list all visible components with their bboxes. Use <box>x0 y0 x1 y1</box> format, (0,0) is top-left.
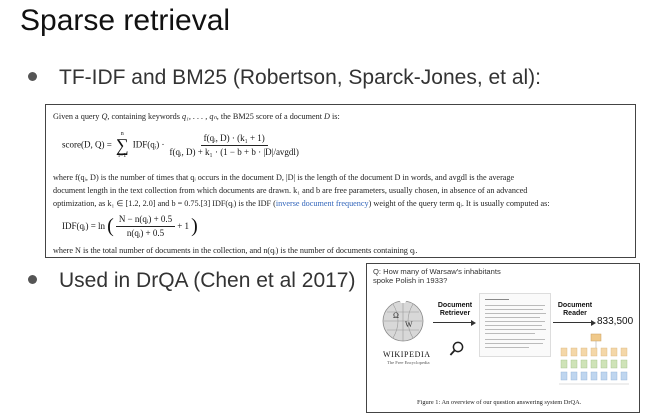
retriever-arrow <box>433 319 476 327</box>
document-retriever-label: Document Retriever <box>437 302 473 317</box>
reader-network-icon <box>559 333 629 385</box>
slide-title: Sparse retrieval <box>20 4 231 37</box>
magnifier-icon <box>449 341 464 356</box>
drqa-answer: 833,500 <box>597 316 634 327</box>
reader-arrow <box>553 319 596 327</box>
bm25-where-line-2: document length in the text collection f… <box>53 186 528 195</box>
bullet-text: TF-IDF and BM25 (Robertson, Sparck-Jones… <box>59 66 542 89</box>
bm25-score-equation: score(D, Q) = n ∑ i=1 IDF(qᵢ) · f(qᵢ, D)… <box>62 131 299 159</box>
bm25-where-line-3: optimization, as k₁ ∈ [1.2, 2.0] and b =… <box>53 199 550 208</box>
idf-wiki-link[interactable]: inverse document frequency <box>276 199 369 208</box>
retrieved-documents <box>479 293 551 357</box>
svg-text:W: W <box>405 320 413 329</box>
bullet-dot <box>28 71 37 81</box>
wikipedia-tagline: The Free Encyclopedia <box>387 360 430 365</box>
bm25-intro: Given a query Q, containing keywords q₁,… <box>53 112 340 121</box>
bm25-where-line-1: where f(qᵢ, D) is the number of times th… <box>53 173 515 182</box>
figure-caption: Figure 1: An overview of our question an… <box>417 399 582 406</box>
drqa-question: Q: How many of Warsaw's inhabitants spok… <box>373 267 501 285</box>
drqa-figure: Q: How many of Warsaw's inhabitants spok… <box>366 263 640 413</box>
wikipedia-globe-icon: Ω W <box>382 296 424 342</box>
bullet-drqa: Used in DrQA (Chen et al 2017) <box>28 269 355 293</box>
document-reader-label: Document Reader <box>557 302 593 317</box>
wikipedia-wordmark: WIKIPEDIA <box>383 350 431 359</box>
bullet-dot <box>28 274 37 284</box>
bullet-text: Used in DrQA (Chen et al 2017) <box>59 269 356 292</box>
idf-equation: IDF(qᵢ) = ln ( N − n(qᵢ) + 0.5 n(qᵢ) + 0… <box>62 214 198 238</box>
svg-text:Ω: Ω <box>393 311 399 320</box>
bm25-final-line: where N is the total number of documents… <box>53 246 418 255</box>
bullet-tfidf-bm25: TF-IDF and BM25 (Robertson, Sparck-Jones… <box>28 66 541 90</box>
bm25-definition-box: Given a query Q, containing keywords q₁,… <box>45 104 636 258</box>
